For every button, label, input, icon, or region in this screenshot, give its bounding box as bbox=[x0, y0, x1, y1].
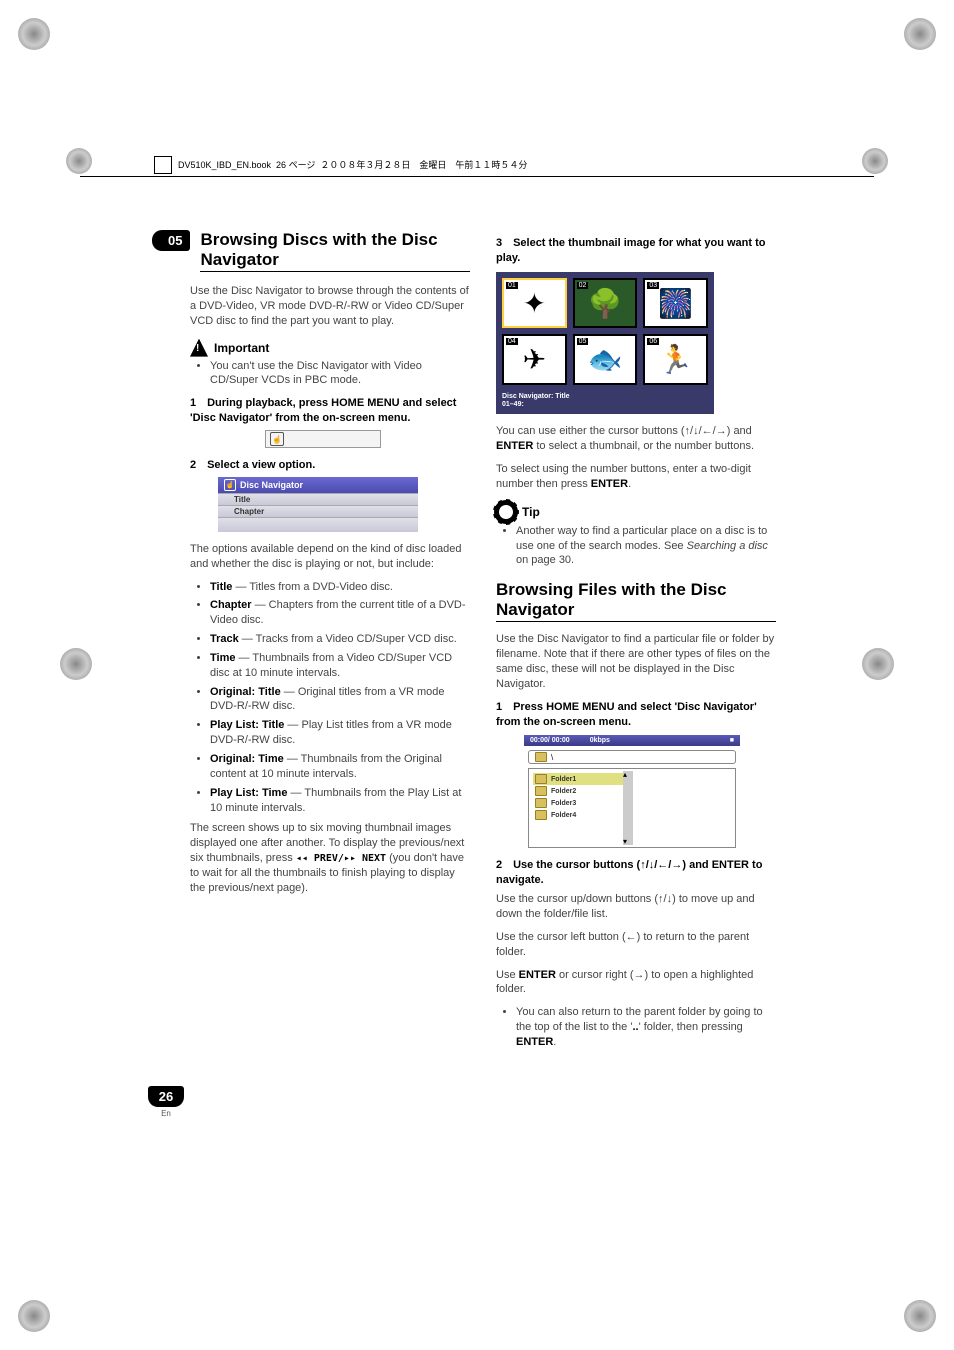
header-ruler: DV510K_IBD_EN.book 26 ページ ２００８年３月２８日 金曜日… bbox=[80, 156, 874, 180]
crop-mark-icon bbox=[18, 1300, 50, 1332]
thumbnail: 05🐟 bbox=[573, 334, 638, 385]
step-text: Select a view option. bbox=[207, 459, 315, 471]
options-list: Title — Titles from a DVD-Video disc. Ch… bbox=[190, 580, 470, 816]
step-1: 1 During playback, press HOME MENU and s… bbox=[190, 396, 470, 426]
section-heading: Browsing Discs with the Disc Navigator bbox=[200, 230, 470, 272]
step-2: 2 Select a view option. bbox=[190, 458, 470, 473]
folder-icon bbox=[535, 752, 547, 762]
book-icon bbox=[154, 156, 172, 174]
tip-label: Tip bbox=[522, 505, 540, 519]
menu-row: Chapter bbox=[218, 505, 418, 517]
folder-item: Folder3 bbox=[533, 797, 623, 809]
step-text: During playback, press HOME MENU and sel… bbox=[190, 397, 456, 424]
folder-item: Folder4 bbox=[533, 809, 623, 821]
disc-navigator-menu: ☝ Disc Navigator Title Chapter bbox=[218, 477, 418, 532]
list-item: Time — Thumbnails from a Video CD/Super … bbox=[210, 651, 470, 681]
folder-icon bbox=[535, 774, 547, 784]
bitrate-display: 0kbps bbox=[590, 737, 610, 744]
crop-mark-icon bbox=[904, 18, 936, 50]
crop-target-icon bbox=[862, 148, 888, 174]
folder-item: Folder1 bbox=[533, 773, 623, 785]
file-navigator: 00:00/ 00:00 0kbps ■ \ Folder1 Folder2 F… bbox=[524, 735, 740, 848]
step-text: Press HOME MENU and select 'Disc Navigat… bbox=[496, 701, 757, 728]
files-step-2: 2 Use the cursor buttons (↑/↓/←/→) and E… bbox=[496, 858, 776, 888]
section-heading: Browsing Files with the Disc Navigator bbox=[496, 580, 776, 622]
folder-icon bbox=[535, 798, 547, 808]
list-item: Original: Title — Original titles from a… bbox=[210, 685, 470, 715]
files-intro: Use the Disc Navigator to find a particu… bbox=[496, 632, 776, 691]
thumbnail-grid: 01✦ 02🌳 03🎆 04✈ 05🐟 06🏃 Disc Navigator: … bbox=[496, 272, 714, 415]
crop-target-icon bbox=[66, 148, 92, 174]
list-item: Play List: Title — Play List titles from… bbox=[210, 718, 470, 748]
list-item: You can also return to the parent folder… bbox=[516, 1005, 776, 1050]
parent-folder-list: You can also return to the parent folder… bbox=[496, 1005, 776, 1050]
scrollbar bbox=[623, 771, 633, 845]
thumbnail-paragraph: The screen shows up to six moving thumbn… bbox=[190, 821, 470, 895]
menu-title: Disc Navigator bbox=[240, 480, 303, 490]
menu-row bbox=[218, 517, 418, 532]
enter-paragraph: Use ENTER or cursor right (→) to open a … bbox=[496, 968, 776, 998]
folder-icon bbox=[535, 786, 547, 796]
important-list: You can't use the Disc Navigator with Vi… bbox=[190, 359, 470, 389]
thumbnail: 04✈ bbox=[502, 334, 567, 385]
step-text: Use the cursor buttons (↑/↓/←/→) and ENT… bbox=[496, 859, 762, 886]
tip-list: Another way to find a particular place o… bbox=[496, 524, 776, 569]
thumbnail: 01✦ bbox=[502, 278, 567, 329]
screen-illustration: ☝ bbox=[265, 430, 381, 448]
important-callout: Important bbox=[190, 339, 470, 357]
breadcrumb: \ bbox=[528, 750, 736, 764]
crop-mark-icon bbox=[862, 648, 894, 680]
intro-paragraph: Use the Disc Navigator to browse through… bbox=[190, 284, 470, 329]
right-column: 3 Select the thumbnail image for what yo… bbox=[496, 230, 776, 1056]
heading-text: Browsing Files with the Disc Navigator bbox=[496, 580, 726, 619]
list-item: Original: Time — Thumbnails from the Ori… bbox=[210, 752, 470, 782]
list-item: Play List: Time — Thumbnails from the Pl… bbox=[210, 786, 470, 816]
cursor-paragraph: You can use either the cursor buttons (↑… bbox=[496, 424, 776, 454]
page: DV510K_IBD_EN.book 26 ページ ２００８年３月２８日 金曜日… bbox=[0, 0, 954, 1350]
pointer-icon: ☝ bbox=[224, 479, 236, 491]
list-item: You can't use the Disc Navigator with Vi… bbox=[210, 359, 470, 389]
menu-header: ☝ Disc Navigator bbox=[218, 477, 418, 493]
folder-icon bbox=[535, 810, 547, 820]
folder-list: Folder1 Folder2 Folder3 Folder4 bbox=[529, 769, 623, 847]
list-item: Another way to find a particular place o… bbox=[516, 524, 776, 569]
cursor-left-paragraph: Use the cursor left button (←) to return… bbox=[496, 930, 776, 960]
content: 05 Browsing Discs with the Disc Navigato… bbox=[190, 230, 776, 1056]
list-item: Chapter — Chapters from the current titl… bbox=[210, 598, 470, 628]
pointer-icon: ☝ bbox=[270, 432, 284, 446]
cursor-up-down-paragraph: Use the cursor up/down buttons (↑/↓) to … bbox=[496, 892, 776, 922]
transport-buttons: ◂◂ PREV/▸▸ NEXT bbox=[296, 853, 386, 864]
tip-icon bbox=[496, 502, 516, 522]
options-intro: The options available depend on the kind… bbox=[190, 542, 470, 572]
important-label: Important bbox=[214, 341, 269, 355]
number-paragraph: To select using the number buttons, ente… bbox=[496, 462, 776, 492]
chapter-badge: 05 bbox=[152, 230, 190, 251]
thumbnail: 02🌳 bbox=[573, 278, 638, 329]
step-text: Select the thumbnail image for what you … bbox=[496, 237, 765, 264]
page-number-block: 26 En bbox=[148, 1086, 184, 1118]
step-3: 3 Select the thumbnail image for what yo… bbox=[496, 236, 776, 266]
page-lang: En bbox=[148, 1109, 184, 1118]
list-item: Track — Tracks from a Video CD/Super VCD… bbox=[210, 632, 470, 647]
thumbnail-footer: Disc Navigator: Title 01–49: bbox=[502, 391, 708, 408]
heading-text: Browsing Discs with the Disc Navigator bbox=[200, 230, 437, 269]
page-number: 26 bbox=[148, 1086, 184, 1107]
tip-callout: Tip bbox=[496, 502, 776, 522]
list-item: Title — Titles from a DVD-Video disc. bbox=[210, 580, 470, 595]
thumbnail: 03🎆 bbox=[643, 278, 708, 329]
crop-mark-icon bbox=[18, 18, 50, 50]
files-step-1: 1 Press HOME MENU and select 'Disc Navig… bbox=[496, 700, 776, 730]
time-display: 00:00/ 00:00 bbox=[530, 737, 570, 744]
crop-mark-icon bbox=[904, 1300, 936, 1332]
important-icon bbox=[190, 339, 208, 357]
thumbnail: 06🏃 bbox=[643, 334, 708, 385]
file-panel: Folder1 Folder2 Folder3 Folder4 bbox=[528, 768, 736, 848]
file-nav-topbar: 00:00/ 00:00 0kbps ■ bbox=[524, 735, 740, 746]
preview-pane bbox=[633, 769, 735, 847]
folder-item: Folder2 bbox=[533, 785, 623, 797]
crop-mark-icon bbox=[60, 648, 92, 680]
menu-row: Title bbox=[218, 493, 418, 505]
left-column: 05 Browsing Discs with the Disc Navigato… bbox=[190, 230, 470, 1056]
header-text: DV510K_IBD_EN.book 26 ページ ２００８年３月２８日 金曜日… bbox=[178, 158, 527, 171]
